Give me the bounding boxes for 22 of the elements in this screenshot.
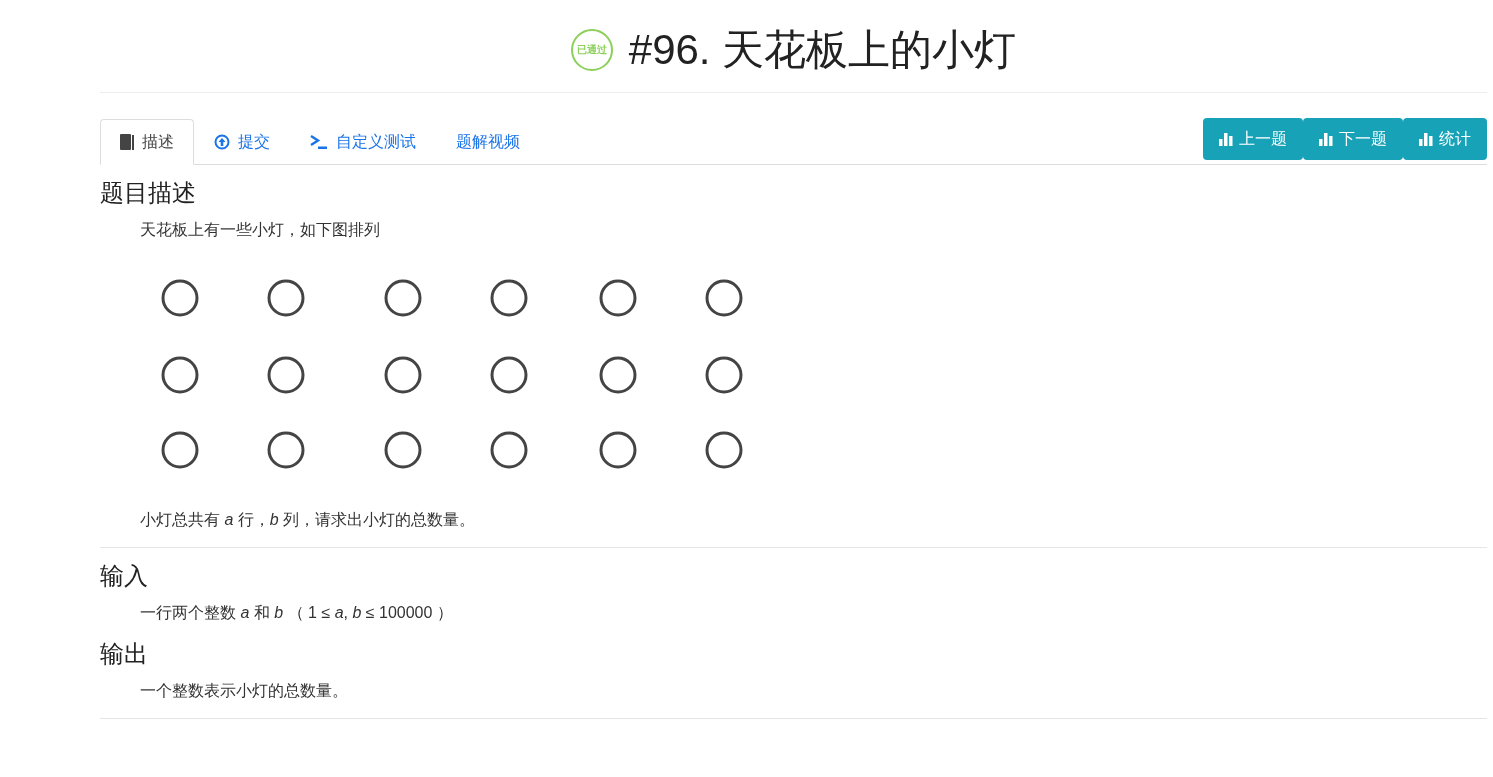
paragraph: 小灯总共有 a 行，b 列，请求出小灯的总数量。 xyxy=(140,510,477,530)
book-icon xyxy=(120,134,134,150)
tab[interactable]: 描述 xyxy=(100,119,194,165)
tab[interactable]: 提交 xyxy=(194,119,290,165)
section-heading: 输入 xyxy=(100,561,149,591)
nav-button[interactable]: 下一题 xyxy=(1303,118,1403,160)
paragraph: 一个整数表示小灯的总数量。 xyxy=(140,681,349,701)
section-heading: 题目描述 xyxy=(100,178,197,208)
bar-chart-icon xyxy=(1319,132,1333,146)
tab[interactable]: 题解视频 xyxy=(436,119,540,165)
tab[interactable]: 自定义测试 xyxy=(290,119,436,165)
problem-title: #96. 天花板上的小灯 xyxy=(628,29,1017,71)
paragraph: 一行两个整数 a 和 b （ 1 ≤ a, b ≤ 100000 ） xyxy=(140,603,454,623)
passed-stamp: 已通过 xyxy=(570,29,613,71)
nav-button[interactable]: 上一题 xyxy=(1203,118,1303,160)
upload-icon xyxy=(214,134,230,150)
nav-button[interactable]: 统计 xyxy=(1403,118,1487,160)
bar-chart-icon xyxy=(1419,132,1433,146)
terminal-icon xyxy=(310,134,328,150)
section-heading: 输出 xyxy=(100,639,149,669)
bar-chart-icon xyxy=(1219,132,1233,146)
paragraph: 天花板上有一些小灯，如下图排列 xyxy=(140,220,381,240)
